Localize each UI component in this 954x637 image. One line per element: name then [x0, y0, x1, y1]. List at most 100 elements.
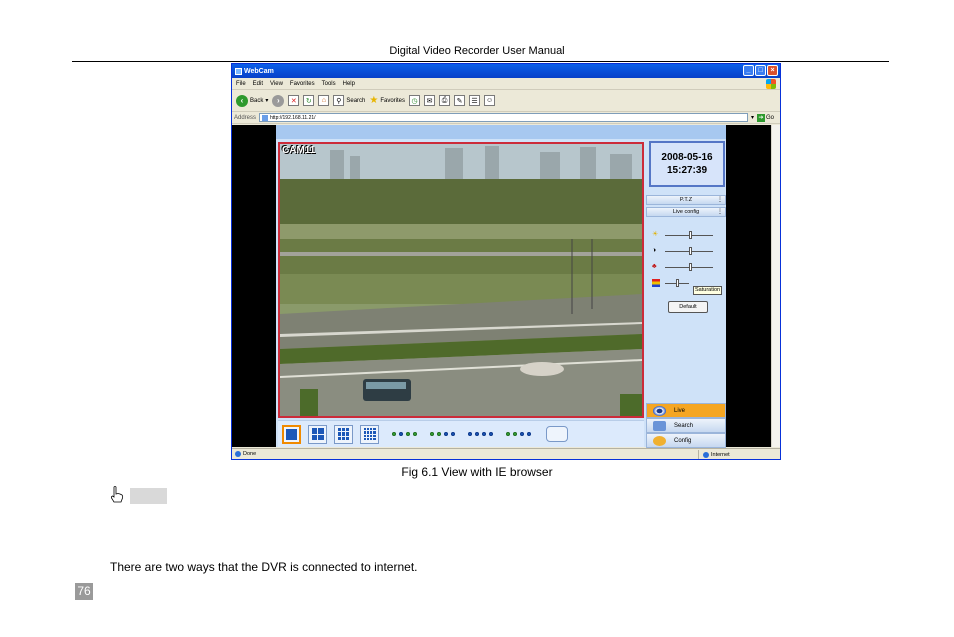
contrast-slider-row: ◑: [652, 246, 722, 256]
layout-1x1-button[interactable]: [282, 424, 301, 444]
minimize-button[interactable]: _: [743, 65, 754, 76]
channel-dot[interactable]: [437, 432, 441, 436]
address-label: Address: [234, 114, 257, 121]
favorites-button[interactable]: ★ Favorites: [369, 95, 405, 106]
channel-dot[interactable]: [520, 432, 524, 436]
edit-icon[interactable]: ✎: [454, 95, 466, 106]
refresh-icon[interactable]: ↻: [303, 95, 315, 106]
browser-window: WebCam _ □ × File Edit View Favorites To…: [231, 63, 781, 460]
default-button[interactable]: Default: [668, 301, 708, 313]
channel-dot[interactable]: [513, 432, 517, 436]
body-paragraph: There are two ways that the DVR is conne…: [110, 560, 418, 574]
star-icon: ★: [369, 95, 379, 106]
eye-icon: [653, 405, 666, 416]
header-rule: [72, 61, 889, 62]
channel-dot[interactable]: [444, 432, 448, 436]
layout-toolbar: [278, 420, 644, 447]
camera-video-feed[interactable]: CAM11: [278, 142, 644, 418]
sixteen-view-icon: [363, 428, 376, 440]
date-text: 2008-05-16: [661, 152, 713, 163]
forward-button[interactable]: ›: [272, 94, 285, 107]
channel-dot[interactable]: [475, 432, 479, 436]
dvr-web-client: CAM11 2008-05-16 15:27:39 P.T.Z ⋮ Live c…: [276, 125, 726, 448]
slider-thumb[interactable]: [689, 262, 692, 271]
brightness-slider-row: ☀: [652, 230, 722, 240]
window-title: WebCam: [244, 67, 274, 75]
figure-caption: Fig 6.1 View with IE browser: [401, 465, 553, 479]
search-button[interactable]: ⚲ Search: [333, 95, 365, 106]
print-icon[interactable]: ⎙: [439, 95, 451, 106]
ie-icon: [235, 451, 241, 457]
vertical-scrollbar[interactable]: [771, 125, 780, 447]
security-zone: Internet: [698, 450, 730, 459]
home-icon[interactable]: ⌂: [318, 95, 330, 106]
discuss-icon[interactable]: ☰: [469, 95, 481, 106]
search-nav-label: Search: [674, 422, 694, 429]
brightness-slider[interactable]: [665, 230, 713, 239]
slider-thumb[interactable]: [689, 230, 692, 239]
live-nav-button[interactable]: Live: [646, 403, 726, 418]
zone-text: Internet: [711, 451, 730, 458]
close-button[interactable]: ×: [767, 65, 778, 76]
channel-dot[interactable]: [489, 432, 493, 436]
dvr-top-band: [276, 125, 726, 139]
layout-2x2-button[interactable]: [308, 424, 327, 444]
channel-dot[interactable]: [399, 432, 403, 436]
favorites-label: Favorites: [380, 97, 406, 104]
menu-tools[interactable]: Tools: [322, 81, 336, 87]
channel-dot[interactable]: [482, 432, 486, 436]
single-view-icon: [286, 428, 297, 440]
stop-icon[interactable]: ✕: [288, 95, 300, 106]
title-bar[interactable]: WebCam _ □ ×: [232, 64, 780, 78]
saturation-icon: [652, 279, 660, 287]
menu-bar: File Edit View Favorites Tools Help: [232, 78, 780, 90]
back-button[interactable]: ‹ Back ▾: [236, 94, 268, 107]
channel-dot[interactable]: [392, 432, 396, 436]
channel-dot[interactable]: [430, 432, 434, 436]
hue-slider[interactable]: [665, 262, 713, 271]
status-text: Done: [243, 451, 257, 457]
globe-icon: [703, 451, 709, 458]
status-bar: Done Internet: [232, 448, 780, 459]
slider-thumb[interactable]: [689, 246, 692, 255]
menu-edit[interactable]: Edit: [253, 81, 263, 87]
back-arrow-icon: ‹: [236, 94, 248, 107]
mail-icon[interactable]: ✉: [424, 95, 436, 106]
playback-toggle-button[interactable]: [546, 426, 568, 442]
maximize-button[interactable]: □: [755, 65, 766, 76]
contrast-icon: ◑: [652, 247, 657, 254]
config-nav-button[interactable]: Config: [646, 433, 726, 448]
messenger-icon[interactable]: ☺: [484, 95, 496, 106]
slider-thumb[interactable]: [676, 278, 679, 287]
layout-4x4-button[interactable]: [360, 424, 379, 444]
address-dropdown-icon[interactable]: ▾: [751, 114, 754, 121]
address-url: http://192.168.11.21/: [270, 114, 316, 121]
live-label: Live: [674, 407, 686, 414]
gear-icon: [653, 435, 666, 446]
address-bar: Address http://192.168.11.21/ ▾ ➔ Go: [232, 112, 780, 124]
saturation-tooltip: Saturation: [693, 286, 723, 295]
ptz-button[interactable]: P.T.Z ⋮: [646, 195, 726, 205]
menu-file[interactable]: File: [236, 81, 246, 87]
channel-dot[interactable]: [406, 432, 410, 436]
channel-dot[interactable]: [527, 432, 531, 436]
live-config-button[interactable]: Live config ⋮: [646, 207, 726, 217]
channel-dot[interactable]: [468, 432, 472, 436]
menu-view[interactable]: View: [270, 81, 283, 87]
history-icon[interactable]: ◷: [409, 95, 421, 106]
address-input[interactable]: http://192.168.11.21/: [259, 113, 748, 122]
channel-dot[interactable]: [506, 432, 510, 436]
ptz-label: P.T.Z: [679, 197, 693, 203]
channel-dot[interactable]: [413, 432, 417, 436]
contrast-slider[interactable]: [665, 246, 713, 255]
search-icon: ⚲: [333, 95, 345, 106]
channel-group-4: [506, 432, 531, 436]
channel-dot[interactable]: [451, 432, 455, 436]
menu-help[interactable]: Help: [343, 81, 355, 87]
saturation-slider[interactable]: [665, 278, 689, 287]
layout-3x3-button[interactable]: [334, 424, 353, 444]
search-nav-button[interactable]: Search: [646, 418, 726, 433]
window-controls: _ □ ×: [743, 65, 778, 76]
go-button[interactable]: ➔ Go: [756, 113, 780, 122]
menu-favorites[interactable]: Favorites: [290, 81, 315, 87]
